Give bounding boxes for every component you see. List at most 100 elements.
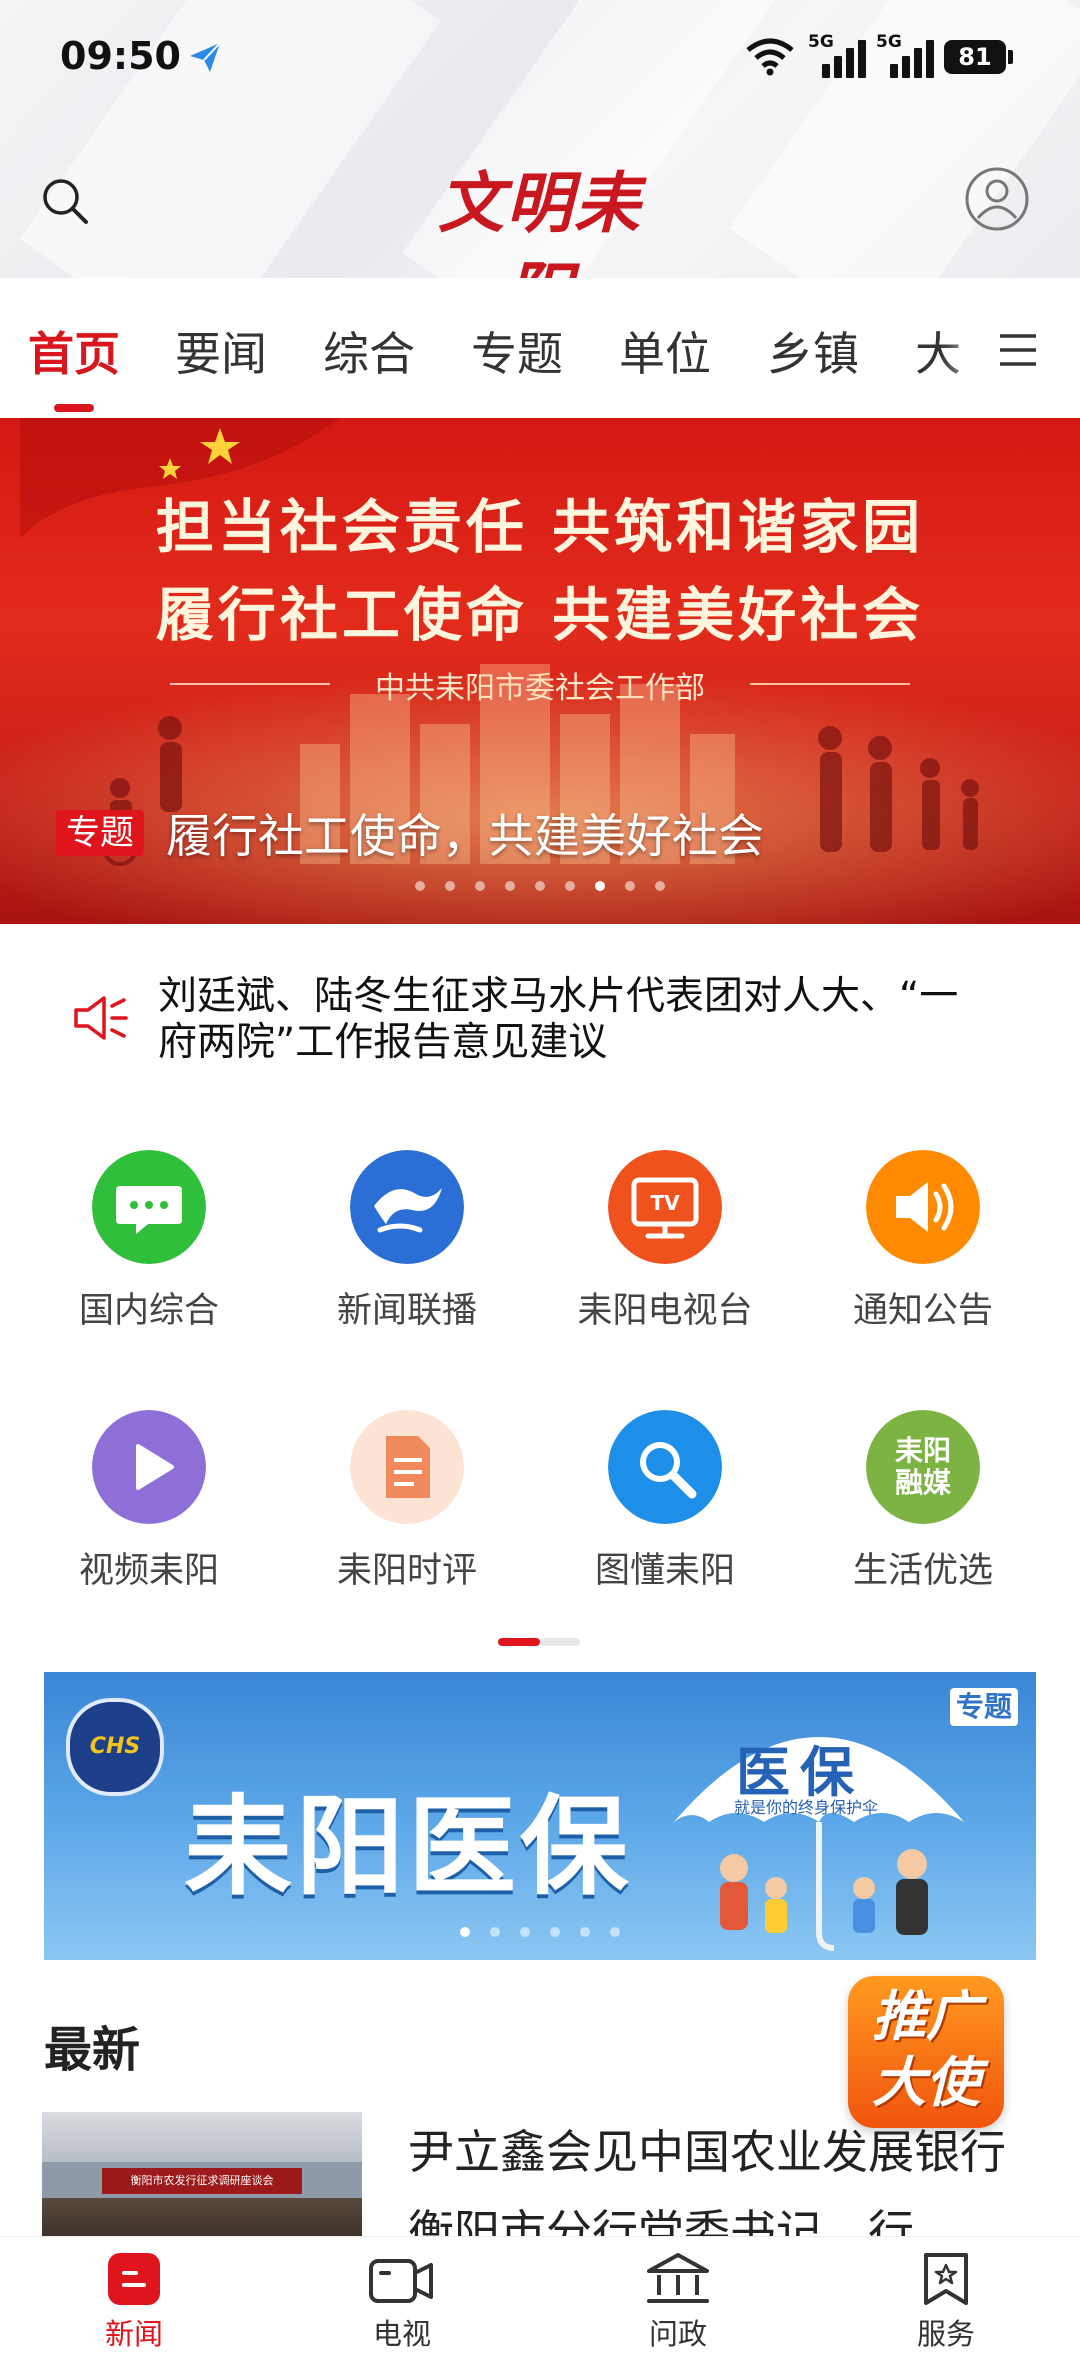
magnifier-icon [608, 1410, 722, 1524]
tab-active-indicator [54, 404, 94, 412]
thumb-audience [42, 2198, 362, 2236]
category-tabs: 首页 要闻 综合 专题 单位 乡镇 大 [0, 278, 1080, 418]
app-logo: 文明耒阳 [438, 164, 642, 332]
thumb-meeting-board: 衡阳市农发行征求调研座谈会 [102, 2168, 302, 2194]
topic-tag: 专题 [56, 810, 144, 856]
menu-icon[interactable] [996, 330, 1040, 370]
nav-services[interactable]: 服务 [866, 2251, 1026, 2361]
tab-units[interactable]: 单位 [619, 318, 711, 384]
shortcut-label: 新闻联播 [336, 1291, 477, 1331]
carousel-dot[interactable] [565, 881, 575, 891]
wave-icon [350, 1150, 464, 1264]
shortcut-video-laiyang[interactable]: 视频耒阳 [20, 1364, 278, 1604]
tv-camera-icon [369, 2259, 433, 2303]
hero-carousel[interactable]: 担当社会责任 共筑和谐家园 履行社工使命 共建美好社会 中共耒阳市委社会工作部 … [0, 418, 1080, 924]
ad-topic-tag: 专题 [950, 1688, 1019, 1726]
shortcut-news-broadcast[interactable]: 新闻联播 [278, 1104, 536, 1344]
carousel-dot[interactable] [520, 1927, 530, 1937]
shortcut-infographic[interactable]: 图懂耒阳 [536, 1364, 794, 1604]
status-bar: 09:50 5G 5G 81 [0, 0, 1080, 120]
shortcut-grid: 国内综合 新闻联播 TV 耒阳电视台 通知公告 视频耒阳 耒阳时评 图懂耒阳 耒… [0, 1104, 1080, 1664]
shortcut-label: 视频耒阳 [78, 1551, 219, 1591]
people-silhouette-right [818, 726, 979, 852]
carousel-dot[interactable] [625, 881, 635, 891]
shortcut-label: 图懂耒阳 [594, 1551, 735, 1591]
carousel-dot[interactable] [550, 1927, 560, 1937]
shortcut-label: 国内综合 [78, 1291, 219, 1331]
chat-bubble-icon [92, 1150, 206, 1264]
carousel-dot[interactable] [460, 1927, 470, 1937]
carousel-dot[interactable] [580, 1927, 590, 1937]
nav-label: 问政 [648, 2317, 707, 2351]
banner-title[interactable]: 履行社工使命，共建美好社会 [166, 800, 764, 866]
shortcut-label: 耒阳时评 [336, 1551, 477, 1591]
wifi-icon [746, 38, 794, 76]
carousel-dot[interactable] [490, 1927, 500, 1937]
media-icon-text: 耒阳融媒 [895, 1434, 952, 1499]
svg-text:TV: TV [650, 1191, 680, 1215]
nav-news[interactable]: 新闻 [54, 2251, 214, 2361]
banner-line-1: 担当社会责任 共筑和谐家园 [155, 493, 925, 561]
government-icon [647, 2253, 709, 2303]
signal-strength-icon-2: 5G [876, 32, 936, 78]
tv-icon: TV [608, 1150, 722, 1264]
banner-line-2: 履行社工使命 共建美好社会 [155, 581, 925, 649]
nav-label: 服务 [916, 2317, 975, 2351]
battery-indicator: 81 [944, 40, 1013, 74]
chs-logo: CHS [66, 1698, 164, 1796]
tab-topics[interactable]: 专题 [471, 318, 563, 384]
tab-home[interactable]: 首页 [28, 318, 120, 384]
shortcut-announcements[interactable]: 通知公告 [794, 1104, 1052, 1344]
nav-tv[interactable]: 电视 [322, 2251, 482, 2361]
carousel-dot[interactable] [505, 881, 515, 891]
send-plane-icon [190, 42, 221, 72]
news-thumbnail[interactable]: 衡阳市农发行征求调研座谈会 [42, 2112, 362, 2236]
shortcut-life-picks[interactable]: 耒阳融媒 生活优选 [794, 1364, 1052, 1604]
promo-ambassador-button[interactable]: 推广 大使 [848, 1976, 1004, 2128]
signal-strength-icon-1: 5G [808, 32, 868, 78]
carousel-dot[interactable] [610, 1927, 620, 1937]
shortcut-laiyang-tv[interactable]: TV 耒阳电视台 [536, 1104, 794, 1344]
shortcut-label: 耒阳电视台 [577, 1291, 753, 1331]
carousel-indicator [0, 876, 1080, 895]
laiyang-media-icon: 耒阳融媒 [866, 1410, 980, 1524]
tab-fade [940, 298, 1000, 398]
shortcut-domestic-news[interactable]: 国内综合 [20, 1104, 278, 1344]
service-bookmark-icon [924, 2253, 968, 2305]
carousel-dot[interactable] [655, 881, 665, 891]
umbrella-subtext: 就是你的终身保护伞 [734, 1798, 879, 1817]
nav-label: 电视 [372, 2317, 431, 2351]
play-icon [92, 1410, 206, 1524]
nav-inquiry[interactable]: 问政 [598, 2251, 758, 2361]
status-time: 09:50 [60, 34, 181, 78]
carousel-dot[interactable] [445, 881, 455, 891]
tab-headlines[interactable]: 要闻 [175, 318, 267, 384]
carousel-dot[interactable] [595, 881, 605, 891]
notice-text[interactable]: 刘廷斌、陆冬生征求马水片代表团对人大、“一府两院”工作报告意见建议 [158, 974, 978, 1066]
tab-general[interactable]: 综合 [323, 318, 415, 384]
megaphone-icon [866, 1150, 980, 1264]
carousel-dot[interactable] [535, 881, 545, 891]
ad-carousel-indicator [44, 1922, 1036, 1941]
shortcut-label: 生活优选 [852, 1551, 993, 1591]
document-icon [350, 1410, 464, 1524]
search-icon[interactable] [40, 176, 90, 226]
promo-line-1: 推广 [872, 1985, 980, 2048]
news-icon [108, 2253, 160, 2305]
ad-headline: 耒阳医保 [184, 1785, 633, 1910]
medical-insurance-banner[interactable]: CHS 耒阳医保 医保 就是你的终身保护伞 专题 [44, 1672, 1036, 1960]
shortcut-label: 通知公告 [852, 1291, 993, 1331]
thumb-ceiling [42, 2112, 362, 2162]
tab-towns[interactable]: 乡镇 [767, 318, 859, 384]
user-icon[interactable] [964, 166, 1030, 232]
grid-page-indicator [498, 1638, 582, 1646]
carousel-dot[interactable] [415, 881, 425, 891]
shortcut-commentary[interactable]: 耒阳时评 [278, 1364, 536, 1604]
bottom-navigation: 新闻 电视 问政 服务 [0, 2236, 1080, 2377]
speaker-icon [74, 996, 128, 1040]
nav-label: 新闻 [104, 2317, 163, 2351]
carousel-dot[interactable] [475, 881, 485, 891]
app-header: 文明耒阳 [0, 120, 1080, 332]
notice-bar[interactable]: 刘廷斌、陆冬生征求马水片代表团对人大、“一府两院”工作报告意见建议 [0, 924, 1080, 1104]
promo-line-2: 大使 [872, 2051, 980, 2114]
